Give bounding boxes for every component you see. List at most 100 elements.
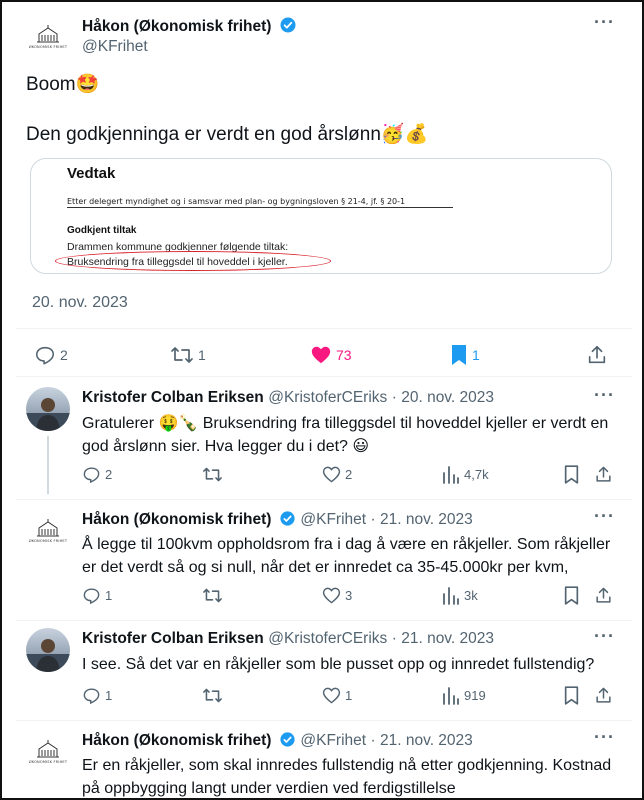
bookmark-button[interactable]: [564, 686, 579, 705]
reply-header: Kristofer Colban Eriksen @KristoferCErik…: [82, 389, 494, 407]
like-button[interactable]: 1: [322, 686, 352, 705]
share-icon: [588, 345, 606, 364]
divider: [16, 499, 632, 500]
more-options-icon[interactable]: ···: [594, 506, 615, 527]
retweet-icon: [171, 347, 193, 363]
avatar-logo-text: ØKONOMISK FRIHET: [28, 44, 68, 49]
bookmark-count: 1: [472, 347, 480, 363]
like-button[interactable]: 73: [310, 344, 352, 366]
reply-icon: [83, 588, 100, 605]
like-count: 3: [345, 588, 353, 603]
more-options-icon[interactable]: ···: [594, 12, 615, 33]
divider: [16, 376, 632, 377]
bookmark-button[interactable]: [564, 586, 579, 605]
tweet-date[interactable]: 20. nov. 2023: [32, 294, 128, 312]
building-logo-icon: [37, 518, 59, 536]
reply-text-line2: er det verdt så og si null, når det er i…: [82, 559, 569, 576]
like-button[interactable]: 2: [322, 465, 352, 484]
share-button[interactable]: [594, 465, 613, 484]
author-name[interactable]: Håkon (Økonomisk frihet): [82, 18, 271, 35]
more-options-icon[interactable]: ···: [594, 385, 615, 406]
bookmark-icon: [564, 465, 579, 484]
share-button[interactable]: [586, 344, 608, 366]
reply-button[interactable]: 1: [82, 586, 112, 605]
views-chart-icon: [443, 466, 459, 484]
reply-icon: [83, 467, 100, 484]
verified-badge-icon: [280, 732, 295, 747]
bookmark-button[interactable]: 1: [450, 344, 480, 366]
reply-icon: [83, 688, 100, 705]
thread-connector: [47, 436, 49, 494]
bookmark-button[interactable]: [564, 465, 579, 484]
avatar[interactable]: ØKONOMISK FRIHET: [26, 729, 70, 773]
bookmark-filled-icon: [452, 345, 466, 365]
verified-badge-icon: [280, 511, 295, 526]
share-button[interactable]: [594, 686, 613, 705]
reply-count: 2: [60, 347, 68, 363]
heart-icon: [322, 466, 341, 483]
doc-subtitle: Godkjent tiltak: [67, 225, 137, 236]
reply-text-line1: I see. Så det var en råkjeller som ble p…: [82, 656, 595, 673]
author-name[interactable]: Kristofer Colban Eriksen: [82, 630, 264, 647]
reply-date[interactable]: · 21. nov. 2023: [392, 630, 494, 647]
retweet-icon: [203, 588, 222, 603]
like-count: 1: [345, 688, 353, 703]
author-handle[interactable]: @KFrihet: [300, 511, 366, 528]
bookmark-icon: [564, 686, 579, 705]
views-button[interactable]: 919: [442, 686, 486, 705]
avatar[interactable]: ØKONOMISK FRIHET: [26, 14, 70, 58]
reply-count: 1: [105, 588, 113, 603]
heart-icon: [322, 687, 341, 704]
like-count: 2: [345, 467, 353, 482]
author-handle[interactable]: @KFrihet: [82, 38, 148, 56]
author-name[interactable]: Kristofer Colban Eriksen: [82, 389, 264, 406]
avatar[interactable]: [26, 387, 70, 431]
reply-date[interactable]: · 21. nov. 2023: [371, 732, 473, 749]
retweet-button[interactable]: [202, 686, 227, 705]
red-circle-highlight: [55, 251, 331, 271]
reply-text-line1: Er en råkjeller, som skal innredes fulls…: [82, 757, 612, 774]
tweet-text-line2: Den godkjenninga er verdt en god årslønn…: [26, 124, 429, 145]
verified-badge-icon: [280, 17, 296, 33]
retweet-icon: [203, 688, 222, 703]
avatar[interactable]: [26, 628, 70, 672]
author-name[interactable]: Håkon (Økonomisk frihet): [82, 511, 271, 528]
reply-date[interactable]: · 21. nov. 2023: [371, 511, 473, 528]
retweet-button[interactable]: [202, 465, 227, 484]
avatar[interactable]: ØKONOMISK FRIHET: [26, 508, 70, 552]
views-count: 4,7k: [464, 467, 489, 482]
person-photo-icon: [26, 398, 70, 431]
reply-header: Kristofer Colban Eriksen @KristoferCErik…: [82, 630, 494, 648]
views-count: 3k: [464, 588, 478, 603]
reply-button[interactable]: 1: [82, 686, 112, 705]
author-handle[interactable]: @KristoferCEriks: [268, 389, 387, 406]
more-options-icon[interactable]: ···: [594, 727, 615, 748]
like-button[interactable]: 3: [322, 586, 352, 605]
building-logo-icon: [37, 24, 59, 42]
reply-text-line1: Å legge til 100kvm oppholdsrom fra i dag…: [82, 536, 611, 553]
author-handle[interactable]: @KFrihet: [300, 732, 366, 749]
reply-date[interactable]: · 20. nov. 2023: [392, 389, 494, 406]
reply-text-line2: god årslønn sier. Hva legger du i det? 😃: [82, 438, 370, 455]
reply-text-line2: på oppbygging langt under verdien ved fe…: [82, 780, 456, 797]
author-handle[interactable]: @KristoferCEriks: [268, 630, 387, 647]
heart-filled-icon: [311, 346, 331, 364]
author-name[interactable]: Håkon (Økonomisk frihet): [82, 732, 271, 749]
views-button[interactable]: 4,7k: [442, 465, 489, 484]
views-count: 919: [464, 688, 486, 703]
retweet-button[interactable]: [202, 586, 227, 605]
avatar-logo-text: ØKONOMISK FRIHET: [28, 759, 68, 764]
person-photo-icon: [26, 639, 70, 672]
retweet-button[interactable]: 1: [170, 344, 206, 366]
share-button[interactable]: [594, 586, 613, 605]
divider: [16, 720, 632, 721]
attached-document-image[interactable]: Vedtak Etter delegert myndighet og i sam…: [30, 158, 612, 274]
reply-button[interactable]: 2: [34, 344, 68, 366]
views-button[interactable]: 3k: [442, 586, 478, 605]
reply-icon: [35, 346, 55, 365]
reply-button[interactable]: 2: [82, 465, 112, 484]
author-line: Håkon (Økonomisk frihet): [82, 16, 297, 36]
retweet-icon: [203, 467, 222, 482]
divider: [16, 328, 632, 329]
more-options-icon[interactable]: ···: [594, 626, 615, 647]
